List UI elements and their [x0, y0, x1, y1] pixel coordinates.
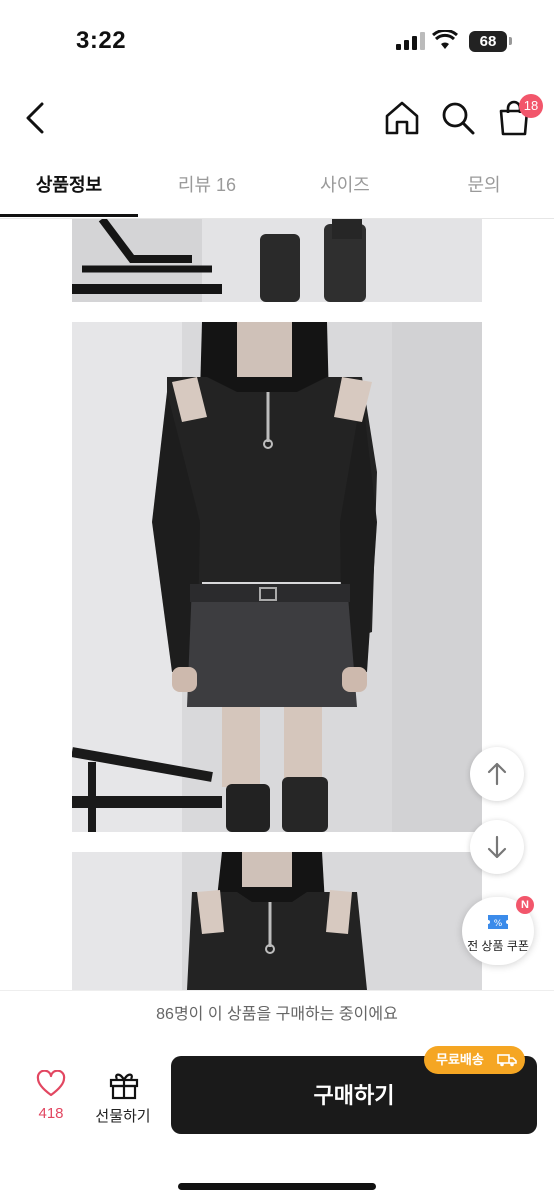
heart-icon	[36, 1069, 66, 1097]
gift-label: 선물하기	[95, 1108, 151, 1125]
like-count: 418	[38, 1105, 64, 1122]
top-navigation	[0, 80, 554, 156]
home-indicator	[178, 1183, 376, 1190]
coupon-new-badge: N	[516, 896, 534, 914]
arrow-down-icon	[487, 835, 507, 859]
wifi-icon	[432, 30, 458, 49]
gift-icon	[109, 1073, 139, 1100]
signal-icon	[396, 32, 425, 50]
product-photo-3	[72, 852, 482, 990]
tab-product-info[interactable]: 상품정보	[0, 156, 138, 218]
product-photo-2	[72, 322, 482, 832]
gift-button[interactable]	[92, 1070, 156, 1105]
home-icon[interactable]	[382, 98, 422, 138]
scroll-bottom-button[interactable]	[470, 820, 524, 874]
battery-tip	[509, 37, 512, 45]
svg-text:%: %	[494, 919, 503, 929]
product-photo-1	[72, 219, 482, 302]
free-shipping-badge: 무료배송	[424, 1046, 525, 1074]
ticket-icon: %	[488, 915, 508, 929]
scroll-top-button[interactable]	[470, 747, 524, 801]
tab-size[interactable]: 사이즈	[276, 156, 414, 218]
tab-reviews[interactable]: 리뷰 16	[138, 156, 276, 218]
chevron-left-icon[interactable]	[20, 98, 54, 138]
free-shipping-label: 무료배송	[436, 1052, 484, 1067]
like-button[interactable]	[26, 1069, 76, 1103]
battery-indicator: 68	[469, 31, 507, 52]
cart-count-badge: 18	[519, 94, 543, 118]
coupon-label: 전 상품 쿠폰	[467, 939, 529, 953]
status-time: 3:22	[76, 27, 127, 54]
purchase-activity-notice: 86명이 이 상품을 구매하는 중이에요	[0, 990, 554, 1040]
status-bar: 3:22 68	[0, 0, 554, 80]
tab-bar: 상품정보 리뷰 16 사이즈 문의	[0, 156, 554, 219]
search-icon[interactable]	[438, 98, 478, 138]
arrow-up-icon	[487, 762, 507, 786]
truck-icon	[497, 1054, 517, 1067]
active-tab-indicator	[0, 214, 138, 217]
tab-inquiry[interactable]: 문의	[414, 156, 554, 218]
